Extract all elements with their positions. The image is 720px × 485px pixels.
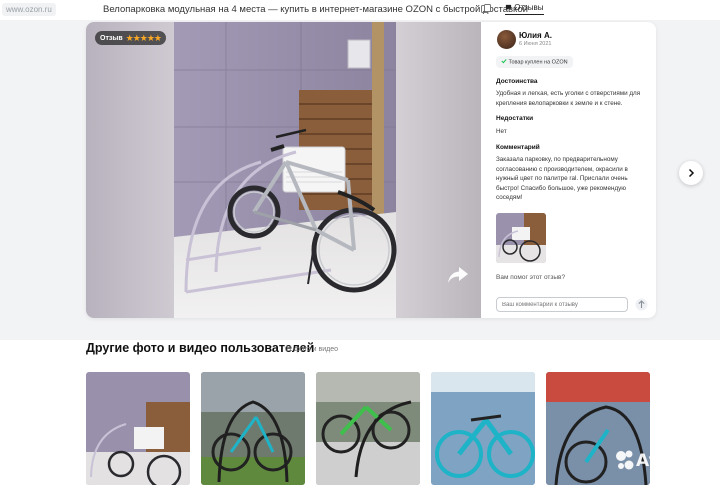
check-icon [501, 59, 507, 64]
review-badge: Отзыв ★★★★★ [95, 31, 166, 45]
page-title: Велопарковка модульная на 4 места — купи… [103, 4, 528, 15]
avito-watermark: Avito [616, 450, 685, 471]
next-review-button[interactable] [679, 161, 703, 185]
thumbnail-image [496, 213, 546, 263]
chat-icon [505, 4, 512, 11]
gallery-count: 11 фото и видео [285, 346, 339, 353]
tab-reviews[interactable]: Отзывы [505, 3, 544, 15]
review-photo[interactable]: Отзыв ★★★★★ [86, 22, 481, 318]
rating-stars: ★★★★★ [125, 32, 162, 43]
gallery-photo-3[interactable] [316, 372, 420, 485]
badge-label: Отзыв [100, 34, 123, 42]
comment-heading: Комментарий [496, 144, 540, 151]
browser-topbar: www.ozon.ru Велопарковка модульная на 4 … [0, 0, 720, 20]
review-modal: Отзыв ★★★★★ Юлия А. 6 Июня 2021 Товар ку… [86, 22, 656, 318]
review-details-panel: Юлия А. 6 Июня 2021 Товар куплен на OZON… [491, 22, 656, 318]
gallery-image [201, 372, 305, 485]
cons-heading: Недостатки [496, 115, 534, 122]
cons-text: Нет [496, 128, 507, 135]
share-icon[interactable] [447, 265, 469, 285]
gallery-image [86, 372, 190, 485]
comment-input[interactable] [496, 297, 628, 312]
review-photo-thumbnail[interactable] [496, 213, 546, 263]
gallery-photo-4[interactable] [431, 372, 535, 485]
comment-text: Заказала парковку, по предварительному с… [496, 156, 628, 201]
pros-text: Удобная и легкая, есть уголки с отверсти… [496, 90, 641, 107]
avatar [497, 30, 516, 49]
gallery-image [316, 372, 420, 485]
compare-icon[interactable] [480, 3, 492, 15]
pros-heading: Достоинства [496, 78, 538, 85]
verified-label: Товар куплен на OZON [508, 59, 568, 66]
chevron-right-icon [688, 168, 695, 178]
bike-parking-photo [86, 22, 481, 318]
gallery-title: Другие фото и видео пользователей [86, 341, 315, 355]
gallery-image [431, 372, 535, 485]
verified-purchase-badge: Товар куплен на OZON [496, 56, 573, 68]
send-comment-button[interactable] [635, 298, 648, 311]
avito-brand-text: Avito [636, 451, 685, 471]
gallery-photo-1[interactable] [86, 372, 190, 485]
tab-reviews-label: Отзывы [514, 3, 544, 12]
url-field[interactable]: www.ozon.ru [2, 3, 56, 16]
gallery-photo-2[interactable] [201, 372, 305, 485]
helpful-question: Вам помог этот отзыв? [496, 274, 566, 281]
review-date: 6 Июня 2021 [519, 41, 552, 47]
author-name: Юлия А. [519, 31, 552, 40]
